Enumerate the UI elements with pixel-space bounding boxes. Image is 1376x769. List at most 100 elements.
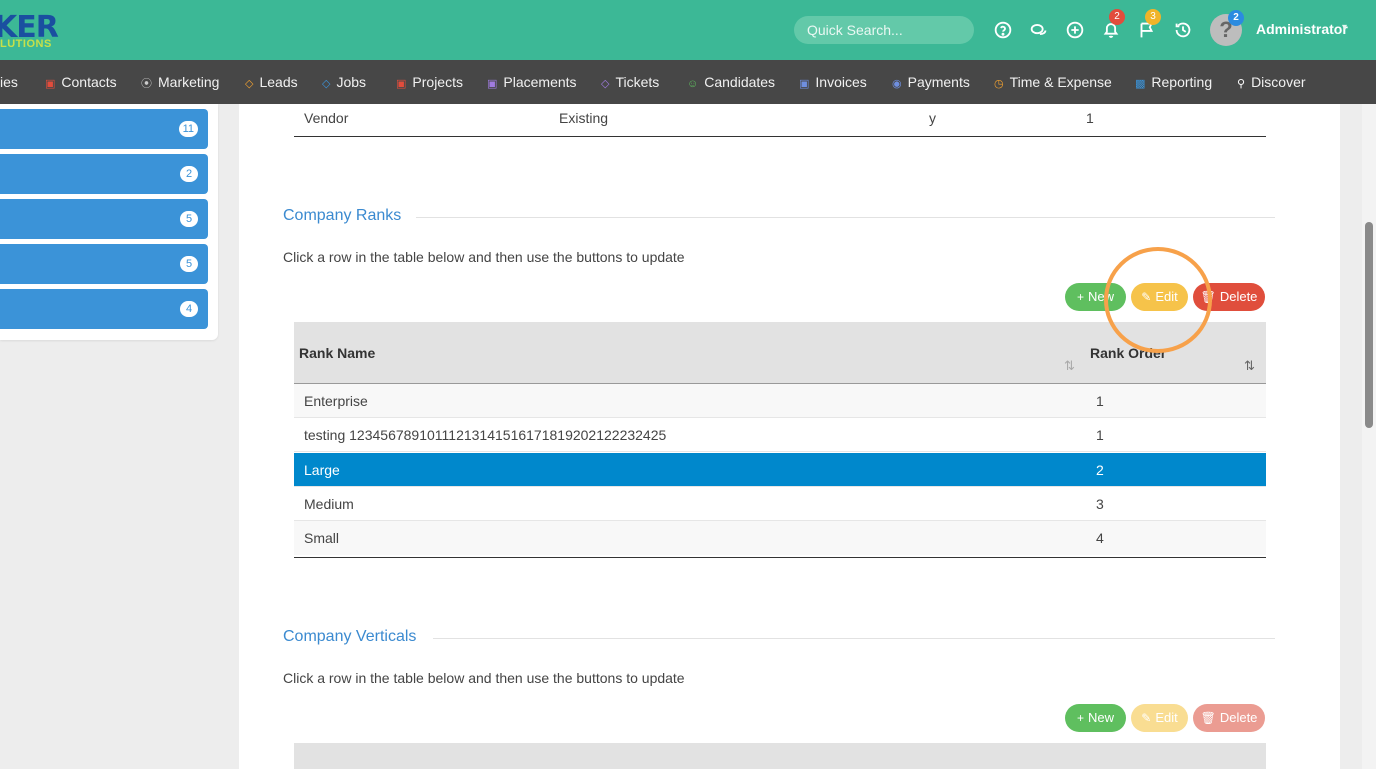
nav-label: Discover (1251, 74, 1306, 90)
sidebar-item[interactable]: 5 (0, 199, 208, 239)
nav-item-jobs[interactable]: ◇ Jobs (322, 60, 366, 104)
nav-item-companies[interactable]: ies (0, 60, 18, 104)
company-ranks-table: Rank Name ⇅ Rank Order ⇅ Enterprise 1 tes… (294, 322, 1266, 558)
table-row[interactable]: testing 12345678910111213141516171819202… (294, 418, 1266, 452)
broadcast-icon: ⦿ (141, 78, 152, 90)
nav-label: Contacts (61, 74, 117, 90)
rank-name-cell: testing 12345678910111213141516171819202… (304, 427, 667, 443)
table-row-selected[interactable]: Large 2 (294, 453, 1266, 487)
sidebar-count-badge: 2 (180, 166, 198, 182)
nav-label: Jobs (336, 74, 367, 90)
nav-item-projects[interactable]: ▣ Projects (396, 60, 463, 104)
rank-order-cell: 3 (1096, 496, 1104, 512)
sidebar-count-badge: 5 (180, 211, 198, 227)
avatar-badge: 2 (1228, 10, 1244, 26)
user-name[interactable]: Administrator (1256, 21, 1348, 37)
button-label: New (1088, 710, 1115, 725)
nav-item-contacts[interactable]: ▣ Contacts (45, 60, 117, 104)
nav-item-invoices[interactable]: ▣ Invoices (799, 60, 867, 104)
placements-icon: ▣ (487, 78, 498, 90)
nav-label: Marketing (158, 74, 220, 90)
search-icon: ⚲ (1237, 78, 1246, 90)
left-sidebar: 11 2 5 5 4 (0, 104, 218, 340)
nav-item-candidates[interactable]: ☺ Candidates (687, 60, 775, 104)
nav-label: Projects (412, 74, 463, 90)
new-button[interactable]: + New (1065, 704, 1126, 732)
nav-label: Payments (907, 74, 970, 90)
plus-icon: + (1076, 711, 1084, 725)
app-logo[interactable]: KER LUTIONS (0, 8, 60, 52)
notifications-badge: 2 (1109, 9, 1125, 25)
sort-icon[interactable]: ⇅ (1064, 358, 1075, 374)
nav-item-time-expense[interactable]: ◷ Time & Expense (994, 60, 1112, 104)
plus-circle-icon[interactable] (1064, 19, 1086, 41)
invoices-icon: ▣ (799, 78, 810, 90)
section-title-company-verticals: Company Verticals (283, 628, 417, 645)
rank-order-cell: 1 (1096, 393, 1104, 409)
scrollbar-thumb[interactable] (1365, 222, 1373, 428)
sidebar-count-badge: 5 (180, 256, 198, 272)
click-highlight-ring (1104, 247, 1212, 353)
user-avatar[interactable]: ? 2 (1210, 10, 1244, 46)
bell-icon[interactable]: 2 (1100, 9, 1125, 41)
table-bottom-border (294, 136, 1266, 137)
logo-subtext: LUTIONS (0, 38, 52, 50)
nav-label: Tickets (615, 74, 660, 90)
candidates-icon: ☺ (687, 78, 699, 90)
payments-icon: ◉ (892, 78, 902, 90)
trash-icon: 🗑 (1200, 711, 1216, 725)
nav-item-discover[interactable]: ⚲ Discover (1237, 60, 1306, 104)
sidebar-item[interactable]: 11 (0, 109, 208, 149)
flags-badge: 3 (1145, 9, 1161, 25)
page-scrollbar[interactable] (1362, 104, 1376, 769)
nav-item-leads[interactable]: ◇ Leads (245, 60, 298, 104)
chat-icon[interactable] (1028, 19, 1050, 41)
section-description: Click a row in the table below and then … (283, 670, 685, 686)
nav-label: Invoices (815, 74, 867, 90)
sidebar-item[interactable]: 5 (0, 244, 208, 284)
sidebar-count-badge: 4 (180, 301, 198, 317)
nav-item-placements[interactable]: ▣ Placements (487, 60, 577, 104)
nav-item-reporting[interactable]: ▩ Reporting (1135, 60, 1212, 104)
table-row[interactable]: Medium 3 (294, 487, 1266, 521)
sidebar-item[interactable]: 4 (0, 289, 208, 329)
help-circle-icon[interactable] (992, 19, 1014, 41)
flag-icon[interactable]: 3 (1136, 9, 1161, 41)
button-label: Edit (1155, 710, 1178, 725)
leads-icon: ◇ (245, 78, 254, 90)
jobs-icon: ◇ (322, 78, 331, 90)
sort-asc-icon[interactable]: ⇅ (1244, 358, 1255, 374)
pencil-icon: ✎ (1141, 711, 1152, 725)
rank-name-cell: Large (304, 462, 340, 478)
rank-order-cell: 1 (1096, 427, 1104, 443)
prev-table-cell: Existing (559, 110, 609, 126)
section-divider (416, 217, 1275, 218)
rank-name-cell: Small (304, 530, 340, 546)
history-icon[interactable] (1172, 19, 1194, 41)
button-label: Delete (1219, 710, 1258, 725)
column-header-rank-name[interactable]: Rank Name (299, 345, 375, 361)
table-row[interactable]: Enterprise 1 (294, 384, 1266, 418)
chevron-down-icon[interactable]: ▾ (1342, 22, 1347, 33)
quick-search-input[interactable]: Quick Search... (794, 16, 974, 44)
sidebar-item[interactable]: 2 (0, 154, 208, 194)
prev-table-cell: 1 (1086, 110, 1094, 126)
nav-item-tickets[interactable]: ◇ Tickets (601, 60, 659, 104)
nav-label: Reporting (1151, 74, 1213, 90)
prev-table-cell: Vendor (304, 110, 349, 126)
nav-item-payments[interactable]: ◉ Payments (892, 60, 970, 104)
plus-icon: + (1076, 290, 1084, 304)
rank-name-cell: Medium (304, 496, 354, 512)
rank-order-cell: 2 (1096, 462, 1104, 478)
nav-label: Candidates (704, 74, 776, 90)
delete-button[interactable]: 🗑 Delete (1193, 704, 1265, 732)
top-header: KER LUTIONS Quick Search... 2 3 ? 2 Admi… (0, 0, 1376, 60)
tickets-icon: ◇ (601, 78, 610, 90)
contacts-icon: ▣ (45, 78, 56, 90)
nav-item-marketing[interactable]: ⦿ Marketing (141, 60, 219, 104)
table-row[interactable]: Small 4 (294, 521, 1266, 555)
rank-name-cell: Enterprise (304, 393, 368, 409)
sidebar-count-badge: 11 (178, 121, 198, 137)
edit-button[interactable]: ✎ Edit (1131, 704, 1188, 732)
nav-label: Leads (259, 74, 298, 90)
